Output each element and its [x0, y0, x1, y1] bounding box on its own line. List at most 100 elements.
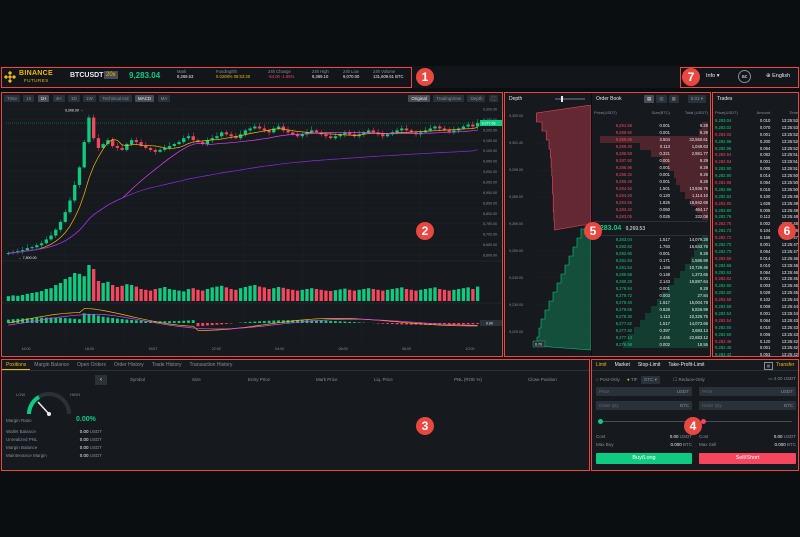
technical-indicator-button[interactable]: Technical Ind: [99, 95, 132, 102]
sell-qty-input[interactable]: Order Qty BTC: [699, 401, 796, 410]
price-axis-label: 8,800.00: [483, 212, 497, 216]
time-axis-label: 08:00: [402, 347, 411, 351]
sell-price-input[interactable]: Price USDT: [699, 387, 796, 396]
volume-bar: [333, 290, 338, 301]
view-asks-icon[interactable]: ▦: [668, 95, 679, 103]
logo-text-top: BINANCE: [19, 70, 53, 77]
candle: [428, 128, 432, 131]
orderbook-view-toggle[interactable]: ▤ ▥ ▦: [644, 95, 681, 103]
depth-panel: Depth 9,309.00 9,301.40 9,299.00 9,289.00 9,…: [505, 93, 591, 356]
gtc-select[interactable]: GTC ▾: [640, 376, 660, 384]
volume-bar: [63, 279, 67, 301]
depth-axis-label: 9,259.00: [509, 249, 523, 253]
buy-price-input[interactable]: Price USDT: [596, 387, 692, 396]
tab-stop-limit[interactable]: Stop-Limit: [634, 360, 665, 370]
language-selector[interactable]: ⊕ English: [766, 73, 790, 79]
macd-indicator[interactable]: MACD: [134, 95, 155, 102]
bid-row: 9,280.28 2.143 19,887.64: [615, 278, 708, 285]
trade-row: 9,282.58 0.009 13:25:44: [715, 304, 799, 310]
info-menu[interactable]: Info ▾: [706, 73, 719, 79]
tab-limit[interactable]: Limit: [592, 360, 611, 370]
time-axis-label: 06:00: [339, 347, 348, 351]
candle: [172, 144, 176, 146]
depth-slider[interactable]: [555, 96, 585, 102]
ask-row: 9,291.58 0.001 9.29: [615, 122, 708, 129]
calculator-icon[interactable]: ▦: [764, 362, 773, 370]
ma-indicator[interactable]: MA: [157, 95, 171, 102]
binance-futures-logo[interactable]: BINANCE FUTURES: [4, 70, 62, 84]
order-options-row: ○ Post-Only ● TIF GTC ▾ ☐ Reduce-Only ▭ …: [596, 376, 796, 384]
stat-24h-volume: 24h Volume 131,609.61 BTC: [373, 69, 404, 79]
tab-margin-balance[interactable]: Margin Balance: [30, 360, 73, 370]
tab-market[interactable]: Market: [611, 360, 634, 370]
collapse-button[interactable]: ‹: [95, 375, 107, 385]
trades-header: Price(USDT) Amount Time: [715, 110, 799, 115]
volume-bar: [343, 288, 347, 301]
volume-bar: [92, 269, 96, 301]
sell-short-button[interactable]: Sell/Short: [699, 453, 796, 464]
buy-qty-slider[interactable]: [598, 419, 688, 424]
time-button-time[interactable]: Time: [4, 95, 20, 102]
reduce-only-checkbox[interactable]: ☐ Reduce-Only: [673, 377, 705, 382]
view-tradingview-button[interactable]: TradingView: [433, 95, 465, 102]
time-button-1h[interactable]: 1H: [37, 95, 50, 102]
buy-qty-input[interactable]: Order Qty BTC: [596, 401, 692, 410]
fullscreen-icon[interactable]: ⛶: [488, 95, 498, 102]
volume-bar: [87, 265, 91, 301]
tab-take-profit-limit[interactable]: Take-Profit-Limit: [664, 360, 708, 370]
candle: [39, 243, 44, 246]
trade-row: 9,282.94 0.082 13:25:51: [715, 152, 799, 158]
volume-bar: [158, 288, 162, 301]
tab-trade-history[interactable]: Trade History: [148, 360, 186, 370]
candle: [329, 136, 333, 139]
tab-transaction-history[interactable]: Transaction History: [186, 360, 237, 370]
trade-row: 9,283.04 0.010 13:25:53: [715, 118, 799, 123]
time-button-1w[interactable]: 1W: [83, 95, 96, 102]
volume-bar: [30, 293, 34, 301]
avatar[interactable]: ac: [738, 70, 751, 83]
view-original-button[interactable]: Original: [408, 95, 430, 102]
stat-24h-high: 24h High 9,369.10: [312, 69, 329, 79]
gauge-icon: [27, 392, 71, 416]
view-bids-icon[interactable]: ▥: [656, 95, 667, 103]
bid-row: 9,282.60 0.001 9.28: [615, 250, 708, 257]
view-both-icon[interactable]: ▤: [644, 95, 655, 103]
buy-long-button[interactable]: Buy/Long: [596, 453, 692, 464]
ask-row: 9,289.66 3.504 32,550.61: [594, 136, 708, 143]
volume-bar: [172, 289, 176, 301]
bids-list: 9,283.04 1.517 14,079.28 9,282.62 1.793 16,64…: [594, 236, 708, 348]
tab-open-orders[interactable]: Open Orders: [73, 360, 110, 370]
bid-row: 9,277.62 1.517 14,073.66: [615, 320, 708, 327]
leverage-badge[interactable]: 20x: [104, 71, 118, 79]
time-button-15[interactable]: 15: [23, 95, 35, 102]
macd-histogram-bar: [21, 318, 25, 323]
ask-row: 9,283.05 0.025 232.08: [615, 213, 708, 220]
post-only-radio[interactable]: ○ Post-Only: [596, 377, 620, 382]
margin-ratio-label: Margin Ratio: [6, 418, 32, 423]
view-depth-button[interactable]: Depth: [467, 95, 486, 102]
tab-order-history[interactable]: Order History: [110, 360, 148, 370]
time-button-4h[interactable]: 4H: [52, 95, 65, 102]
depth-chart[interactable]: 9,309.00 9,301.40 9,299.00 9,289.00 9,269.00…: [505, 105, 591, 356]
transfer-link[interactable]: Transfer: [776, 362, 794, 368]
tif-radio[interactable]: ● TIF: [627, 377, 638, 382]
depth-axis-label: 9,249.00: [509, 276, 523, 280]
time-button-1d[interactable]: 1D: [67, 95, 80, 102]
candle: [333, 136, 338, 139]
macd-histogram-bar: [54, 317, 58, 323]
candle: [433, 126, 437, 129]
volume-bar: [433, 287, 437, 301]
candle: [238, 134, 243, 139]
candle: [30, 247, 34, 249]
macd-histogram-bar: [182, 320, 186, 323]
tab-positions[interactable]: Positions: [2, 360, 31, 370]
precision-select[interactable]: 0.01 ▾: [687, 95, 706, 103]
sell-qty-slider[interactable]: [701, 419, 792, 424]
candle: [49, 235, 53, 240]
candle: [286, 130, 290, 133]
macd-histogram-bar: [177, 320, 181, 323]
candle: [148, 147, 153, 150]
symbol-name[interactable]: BTCUSDT: [70, 72, 103, 79]
macd-histogram-bar: [343, 321, 347, 323]
margin-rows: Wallet Balance 0.00 USDT Unrealized PNL 0.0…: [6, 428, 102, 460]
